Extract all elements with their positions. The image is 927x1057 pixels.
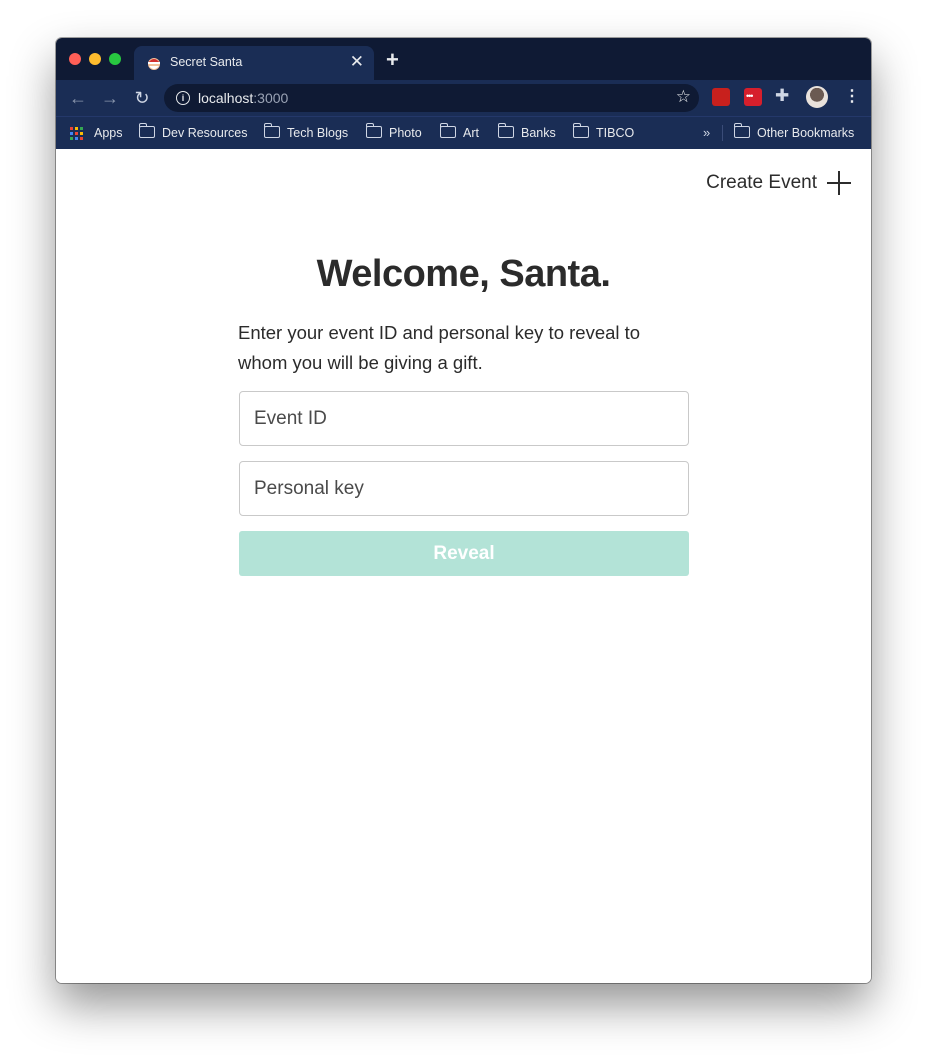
bookmark-tibco[interactable]: TIBCO — [573, 123, 634, 140]
tab-strip: Secret Santa ✕ + — [56, 38, 871, 80]
folder-icon — [498, 123, 514, 138]
apps-grid-icon[interactable] — [70, 127, 84, 141]
more-bookmarks-chevron-icon[interactable]: » — [703, 125, 710, 140]
folder-icon — [366, 123, 382, 138]
bookmark-tech-blogs[interactable]: Tech Blogs — [264, 123, 348, 140]
forward-arrow-icon[interactable]: → — [98, 86, 122, 110]
back-arrow-icon[interactable]: ← — [66, 86, 90, 110]
bookmark-photo[interactable]: Photo — [366, 123, 422, 140]
bookmark-star-icon[interactable]: ☆ — [676, 87, 691, 107]
bookmarks-divider — [722, 125, 723, 141]
bookmark-other-bookmarks[interactable]: Other Bookmarks — [734, 123, 854, 140]
tab-close-icon[interactable]: ✕ — [350, 52, 364, 72]
santa-favicon-icon — [148, 58, 160, 70]
profile-avatar[interactable] — [806, 86, 828, 108]
tab-title: Secret Santa — [170, 55, 243, 69]
browser-toolbar: ← → ↻ i localhost:3000 ☆ ✚ ⋮ — [56, 80, 871, 116]
folder-icon — [264, 123, 280, 138]
extensions-puzzle-icon[interactable]: ✚ — [775, 86, 789, 106]
close-window-button[interactable] — [69, 53, 81, 65]
create-event-label: Create Event — [706, 172, 817, 193]
folder-icon — [734, 123, 750, 138]
bookmark-dev-resources[interactable]: Dev Resources — [139, 123, 247, 140]
address-bar[interactable]: i localhost:3000 ☆ — [164, 84, 699, 112]
extension-icon[interactable] — [712, 88, 730, 106]
plus-icon — [827, 171, 851, 195]
create-event-link[interactable]: Create Event — [706, 171, 851, 195]
browser-window: Secret Santa ✕ + ← → ↻ i localhost:3000 … — [56, 38, 871, 983]
url-text: localhost:3000 — [198, 90, 289, 106]
personal-key-input[interactable] — [239, 461, 689, 516]
reload-icon[interactable]: ↻ — [130, 86, 154, 110]
page-content: Create Event Welcome, Santa. Enter your … — [56, 149, 871, 983]
minimize-window-button[interactable] — [89, 53, 101, 65]
folder-icon — [573, 123, 589, 138]
maximize-window-button[interactable] — [109, 53, 121, 65]
page-title: Welcome, Santa. — [316, 253, 611, 295]
folder-icon — [139, 123, 155, 138]
bookmark-banks[interactable]: Banks — [498, 123, 556, 140]
folder-icon — [440, 123, 456, 138]
bookmarks-bar: Apps Dev Resources Tech Blogs Photo Art … — [56, 116, 871, 150]
tab-secret-santa[interactable]: Secret Santa ✕ — [134, 46, 374, 80]
new-tab-button[interactable]: + — [386, 48, 399, 72]
page-description: Enter your event ID and personal key to … — [238, 322, 641, 373]
bookmark-apps[interactable]: Apps — [94, 126, 123, 140]
password-manager-icon[interactable] — [744, 88, 762, 106]
browser-menu-icon[interactable]: ⋮ — [844, 86, 860, 106]
event-id-input[interactable] — [239, 391, 689, 446]
reveal-button[interactable]: Reveal — [239, 531, 689, 576]
site-info-icon[interactable]: i — [176, 91, 190, 105]
bookmark-art[interactable]: Art — [440, 123, 479, 140]
